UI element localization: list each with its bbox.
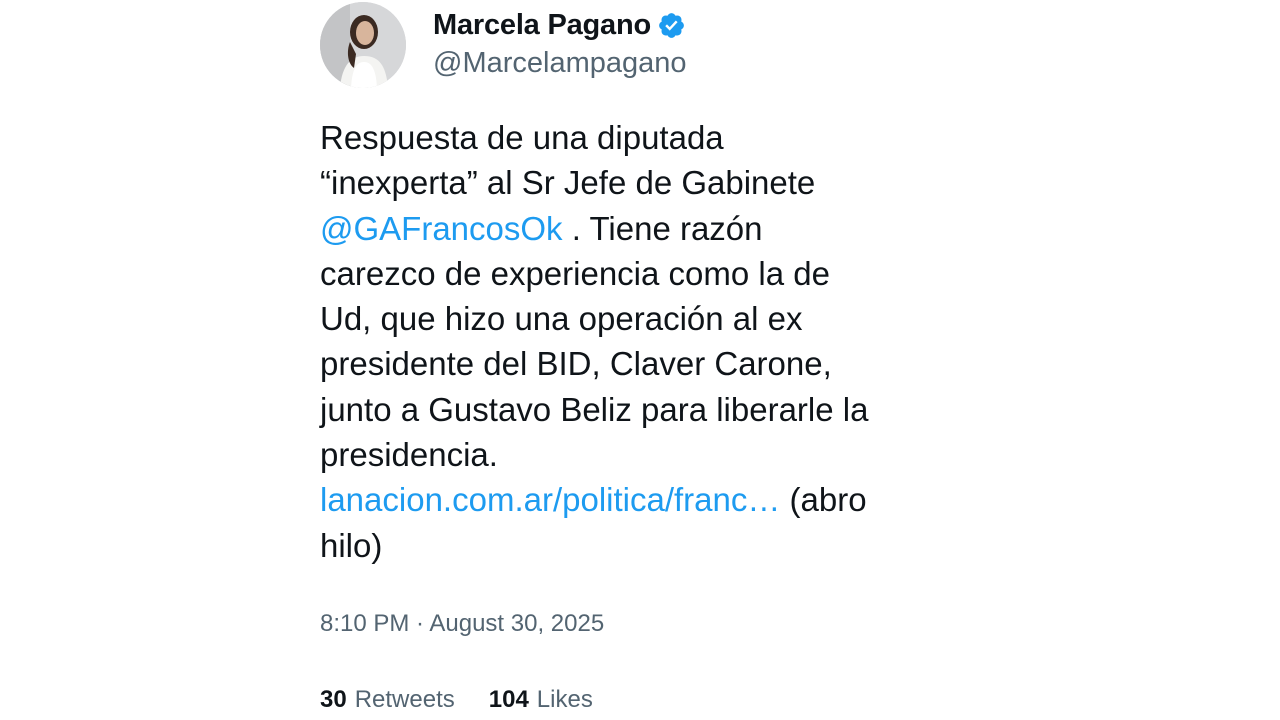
avatar[interactable] (320, 2, 406, 88)
likes-stat[interactable]: 104 Likes (489, 686, 593, 714)
article-link[interactable]: lanacion.com.ar/politica/franc… (320, 481, 780, 518)
tweet-card: Marcela Pagano @Marcelampagano Respuesta… (320, 0, 960, 720)
retweets-label: Retweets (354, 686, 455, 713)
likes-label: Likes (536, 686, 593, 713)
profile-photo (320, 2, 406, 88)
author-handle[interactable]: @Marcelampagano (433, 47, 687, 80)
author-display-name[interactable]: Marcela Pagano (433, 9, 651, 42)
verified-badge-icon (657, 11, 686, 40)
author-name-row: Marcela Pagano (433, 9, 686, 42)
tweet-text-part: . Tiene razón carezco de experiencia com… (320, 209, 869, 474)
engagement-stats: 30 Retweets 104 Likes (320, 686, 627, 714)
tweet-timestamp[interactable]: 8:10 PM · August 30, 2025 (320, 610, 604, 638)
mention-link[interactable]: @GAFrancosOk (320, 210, 563, 247)
likes-count: 104 (488, 686, 529, 713)
tweet-text-part: Respuesta de una diputada “inexperta” al… (320, 119, 816, 202)
retweets-count: 30 (320, 686, 347, 713)
tweet-text: Respuesta de una diputada “inexperta” al… (320, 115, 960, 568)
retweets-stat[interactable]: 30 Retweets (320, 686, 455, 714)
